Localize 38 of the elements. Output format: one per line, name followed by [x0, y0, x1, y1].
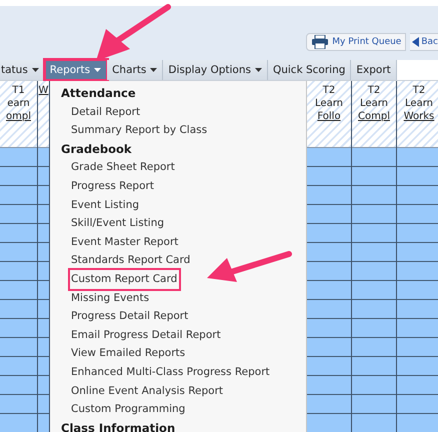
menu-item[interactable]: Email Progress Detail Report [61, 326, 221, 344]
column-header: T2 Learn Compl [352, 81, 396, 148]
menu-item[interactable]: Standards Report Card [61, 251, 190, 270]
menu-item[interactable]: Progress Report [61, 176, 154, 196]
menu-bar-item[interactable]: Charts [107, 60, 164, 80]
menu-item[interactable]: Custom Report Card [70, 270, 180, 289]
print-queue-button[interactable]: My Print Queue [306, 33, 406, 51]
menu-bar-item[interactable]: Display Options [163, 60, 268, 80]
printer-icon [311, 35, 330, 49]
back-triangle-icon [412, 37, 420, 47]
column-header: T2 Learn Follo [307, 81, 351, 148]
menu-item[interactable]: Custom Programming [61, 400, 186, 419]
back-link[interactable]: Bac [410, 33, 438, 51]
menu-section-heading: Attendance [61, 85, 137, 102]
menu-item[interactable]: Summary Report by Class [61, 121, 208, 140]
menu-bar-item[interactable]: tatus [0, 60, 45, 80]
menu-bar-item[interactable]: Reports [44, 60, 108, 80]
menu-item[interactable]: Grade Sheet Report [61, 158, 175, 177]
menu-item[interactable]: Event Master Report [61, 232, 178, 252]
column-header: T1 earn ompl [0, 81, 37, 148]
menu-item[interactable]: View Emailed Reports [61, 344, 186, 363]
caret-icon [254, 68, 262, 72]
menu-bar-item[interactable]: Quick Scoring [268, 60, 352, 80]
menu-bar-item[interactable]: Export [351, 60, 397, 80]
column-header: W [38, 81, 49, 148]
menu-item[interactable]: Missing Events [61, 288, 150, 308]
caret-icon [32, 68, 39, 72]
menu-section-heading: Class Information [61, 420, 176, 432]
menu-section-heading: Gradebook [61, 140, 133, 158]
caret-icon [94, 68, 102, 72]
menu-item[interactable]: Skill/Event Listing [61, 214, 164, 233]
menu-item[interactable]: Online Event Analysis Report [61, 382, 224, 400]
menu-item[interactable]: Event Listing [61, 196, 140, 214]
menu-item[interactable]: Progress Detail Report [61, 307, 188, 326]
column-header: T2 Learn Works [397, 81, 438, 148]
caret-icon [150, 68, 158, 72]
menu-item[interactable]: Enhanced Multi-Class Progress Report [61, 362, 270, 382]
menu-item[interactable]: Detail Report [61, 102, 140, 122]
